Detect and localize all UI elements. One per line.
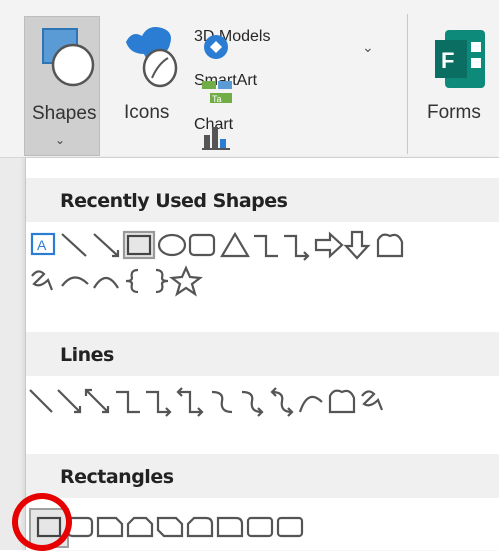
rectangles-row [26,508,499,548]
oval-icon[interactable] [157,233,187,257]
snip-same-side-rectangle-icon[interactable] [126,516,154,538]
rounded-rectangle-icon[interactable] [188,233,216,257]
elbow-arrow-connector-icon[interactable] [284,234,310,261]
text-box-icon[interactable]: A [30,232,56,256]
ribbon-separator [407,14,408,154]
shapes-icon [42,28,95,87]
shapes-button[interactable]: Shapes ⌄ [24,16,100,156]
line-arrow-icon[interactable] [57,389,82,414]
triangle-icon[interactable] [220,231,250,258]
forms-button[interactable]: F Forms [415,16,499,154]
right-brace-icon[interactable] [155,268,169,294]
recent-shapes-row-1: A [26,228,499,264]
document-edge [0,158,25,550]
freeform-icon[interactable] [328,389,356,414]
icons-label: Icons [124,102,170,123]
rectangles-header: Rectangles [26,454,499,498]
svg-text:A: A [37,237,47,253]
3d-models-dropdown-icon[interactable]: ⌄ [362,39,374,56]
svg-text:F: F [441,48,454,73]
elbow-arrow-icon[interactable] [146,390,172,417]
right-arrow-icon[interactable] [314,231,344,259]
round-same-side-rectangle-icon[interactable] [246,516,274,538]
snip-round-single-corner-rectangle-icon[interactable] [186,516,214,538]
line-icon[interactable] [29,389,53,413]
curve-icon[interactable] [93,276,119,289]
annotation-circle [12,493,72,551]
snip-single-corner-rectangle-icon[interactable] [96,516,124,538]
freeform-icon[interactable] [376,233,404,258]
star-icon[interactable] [169,265,203,297]
icons-button[interactable]: Icons [118,16,190,154]
curved-double-arrow-icon[interactable] [270,387,294,417]
insert-ribbon: Shapes ⌄ Icons 3D Models ⌄ Ta SmartArt C… [0,0,499,158]
forms-label: Forms [427,102,481,123]
chart-button[interactable]: Chart [194,116,394,154]
recently-used-shapes-header: Recently Used Shapes [26,178,499,222]
round-diagonal-rectangle-icon[interactable] [276,516,304,538]
elbow-connector-icon[interactable] [254,234,278,258]
curved-arrow-icon[interactable] [241,390,264,417]
smartart-icon: Ta [202,81,232,104]
left-brace-icon[interactable] [125,268,139,294]
elbow-connector-icon[interactable] [116,390,140,414]
lines-row [26,384,499,420]
line-icon[interactable] [61,233,87,257]
lines-header: Lines [26,332,499,376]
svg-text:Ta: Ta [212,94,222,104]
snip-diagonal-rectangle-icon[interactable] [156,516,184,538]
3d-models-icon [204,35,228,59]
shapes-label: Shapes [32,103,97,124]
curved-connector-icon[interactable] [211,390,233,414]
scribble-icon[interactable] [31,270,54,291]
scribble-icon[interactable] [361,390,384,411]
icons-icon [126,27,178,88]
elbow-double-arrow-icon[interactable] [176,387,204,417]
smartart-button[interactable]: Ta SmartArt [194,72,394,110]
line-double-arrow-icon[interactable] [84,388,110,414]
arc-icon[interactable] [61,276,89,287]
curve-icon[interactable] [298,395,323,413]
chart-icon [202,127,230,150]
forms-icon: F [435,30,485,88]
recent-shapes-row-2 [26,264,499,300]
rectangle-icon[interactable] [122,230,156,260]
down-arrow-icon[interactable] [343,230,371,260]
line-arrow-icon[interactable] [93,233,120,258]
round-single-corner-rectangle-icon[interactable] [216,516,244,538]
shapes-gallery: Recently Used Shapes A Lines Rectangles [25,158,499,550]
chevron-down-icon: ⌄ [55,133,66,147]
